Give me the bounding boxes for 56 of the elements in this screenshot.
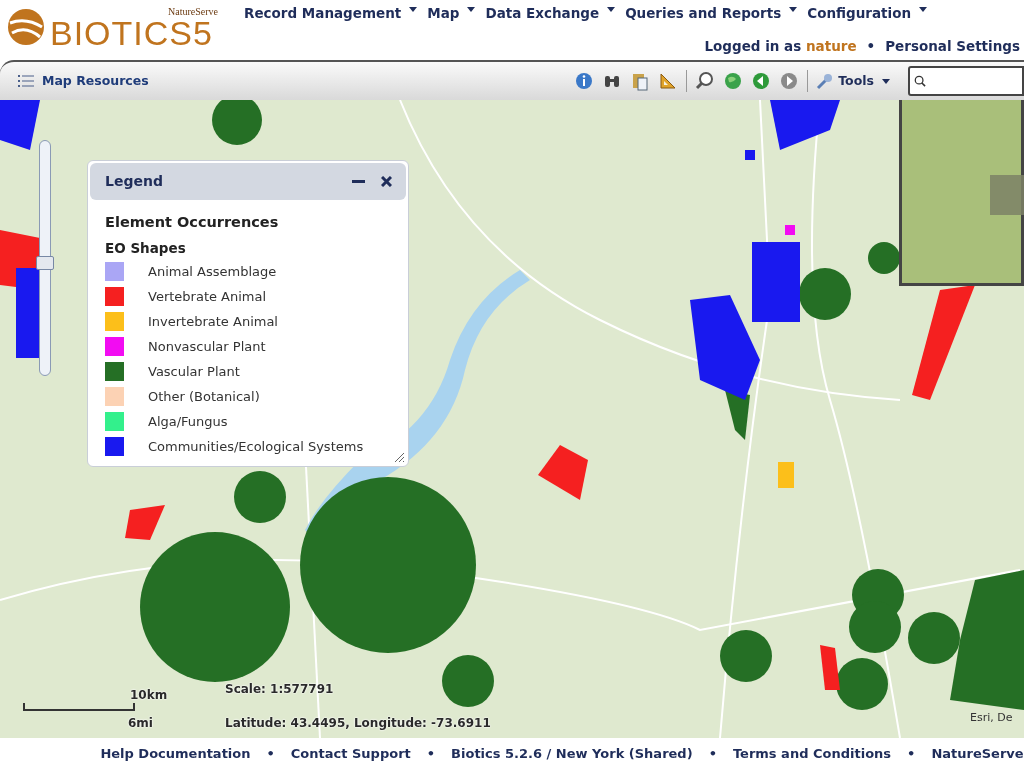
footer-link[interactable]: Terms and Conditions bbox=[732, 743, 892, 764]
legend-label: Vascular Plant bbox=[148, 363, 240, 381]
legend-label: Alga/Fungus bbox=[148, 413, 228, 431]
legend-label: Vertebrate Animal bbox=[148, 288, 267, 306]
clipboard-icon[interactable] bbox=[630, 71, 651, 91]
legend-title: Legend bbox=[105, 172, 163, 191]
footer-link[interactable]: Contact Support bbox=[290, 743, 411, 764]
map-scale-text: Scale: 1:577791 bbox=[225, 681, 334, 698]
scale-bar-mi-label: 6mi bbox=[128, 715, 153, 732]
caret-icon bbox=[409, 7, 418, 12]
caret-icon bbox=[607, 7, 616, 12]
coordinates-text: Latitude: 43.4495, Longitude: -73.6911 bbox=[225, 715, 491, 732]
menu-item[interactable]: Data Exchange bbox=[485, 3, 600, 24]
slider-thumb[interactable] bbox=[36, 256, 54, 271]
separator-text: • bbox=[426, 744, 436, 763]
logo-globe-icon bbox=[6, 7, 46, 47]
search-field[interactable] bbox=[908, 66, 1024, 96]
menu-item[interactable]: Configuration bbox=[807, 3, 912, 24]
caret-icon bbox=[789, 7, 798, 12]
tools-button[interactable]: Tools bbox=[816, 71, 890, 91]
legend-heading: Element Occurrences bbox=[105, 213, 280, 232]
footer-link[interactable]: Biotics 5.2.6 / New York (Shared) bbox=[451, 743, 693, 764]
legend-label: Invertebrate Animal bbox=[148, 313, 278, 331]
info-icon[interactable] bbox=[574, 71, 595, 91]
personal-settings-link[interactable]: Personal Settings bbox=[885, 36, 1020, 57]
logo-brand-text: NatureServe bbox=[168, 5, 218, 19]
scale-bar-km-label: 10km bbox=[130, 687, 168, 704]
separator-text: • bbox=[907, 744, 916, 763]
search-icon bbox=[914, 74, 926, 88]
caret-icon bbox=[882, 78, 890, 84]
separator-text: • bbox=[708, 744, 717, 763]
logo-text: BIOTICS5 bbox=[50, 16, 213, 50]
zoom-slider[interactable] bbox=[39, 140, 51, 376]
legend-label: Nonvascular Plant bbox=[148, 338, 266, 356]
legend-label: Communities/Ecological Systems bbox=[148, 438, 364, 456]
menu-item[interactable]: Record Management bbox=[244, 3, 402, 24]
close-icon[interactable] bbox=[381, 176, 392, 187]
resize-grip-icon[interactable] bbox=[393, 451, 405, 463]
footer-link[interactable]: Help Documentation bbox=[100, 743, 251, 764]
legend-label: Animal Assemblage bbox=[148, 263, 277, 281]
map-resources-link[interactable]: Map Resources bbox=[42, 71, 149, 91]
list-icon[interactable] bbox=[18, 74, 34, 88]
overview-map[interactable] bbox=[899, 100, 1024, 286]
globe-icon[interactable] bbox=[723, 71, 744, 91]
footer-link[interactable]: NatureServe bbox=[931, 743, 1024, 764]
separator-text: • bbox=[866, 37, 876, 56]
caret-icon bbox=[919, 7, 928, 12]
legend-subheading: EO Shapes bbox=[105, 238, 187, 258]
legend-label: Other (Botanical) bbox=[148, 388, 260, 406]
separator-text: • bbox=[266, 744, 275, 763]
menu-item[interactable]: Map bbox=[427, 3, 460, 24]
caret-icon bbox=[467, 7, 476, 12]
attribution-text: Esri, De bbox=[970, 710, 1013, 726]
login-status-text: Logged in as nature bbox=[704, 37, 857, 56]
menu-item[interactable]: Queries and Reports bbox=[625, 3, 782, 24]
zoom-icon[interactable] bbox=[695, 71, 716, 91]
